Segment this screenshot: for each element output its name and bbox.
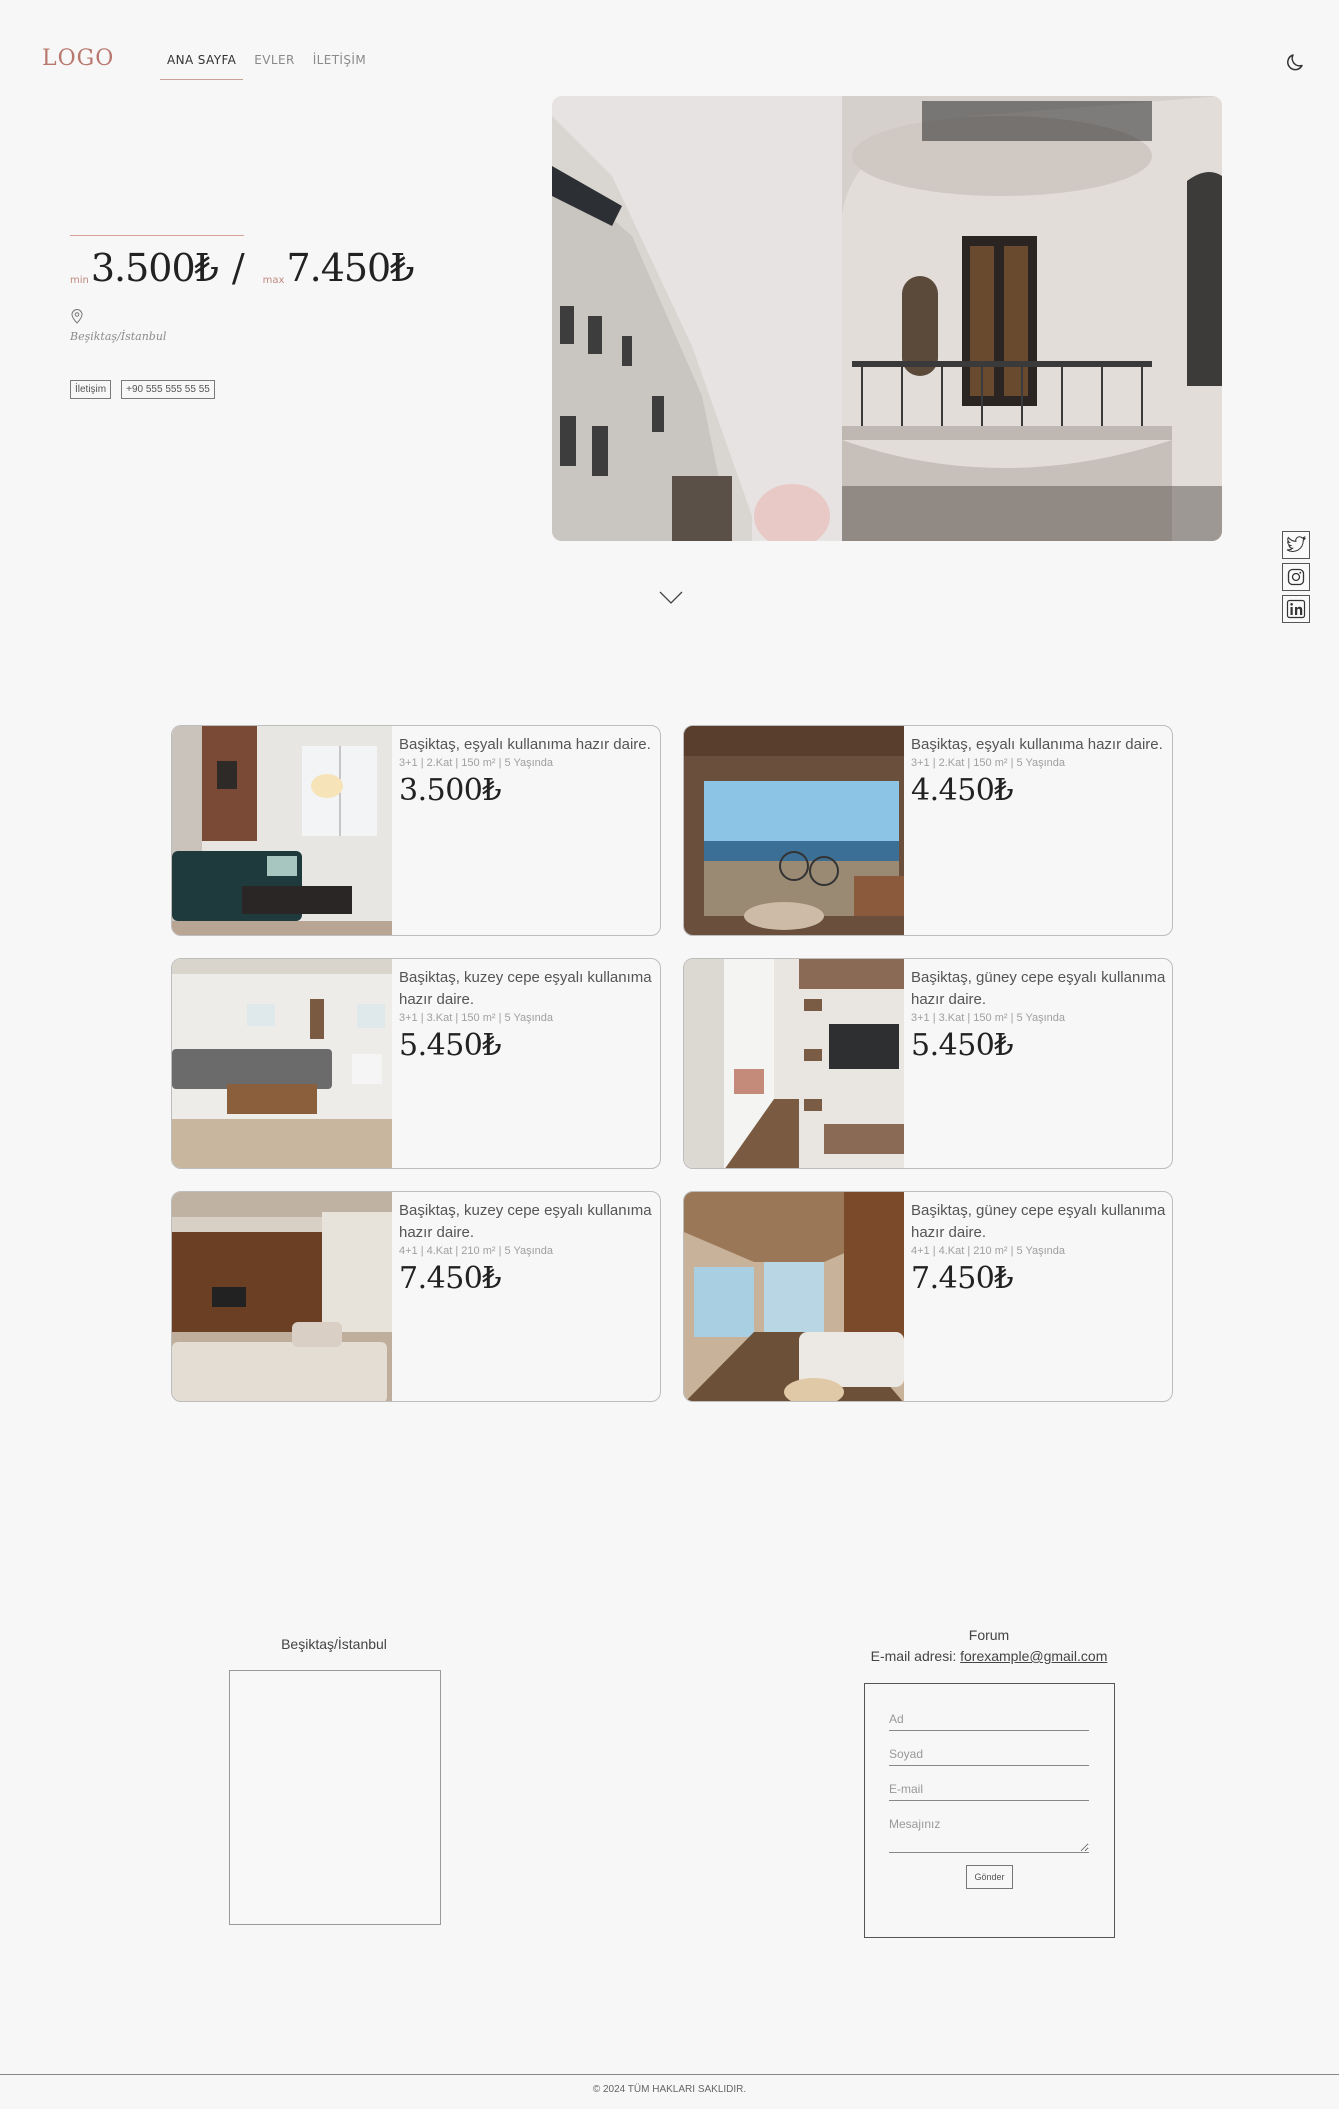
listing-title: Başiktaş, eşyalı kullanıma hazır daire. bbox=[911, 736, 1163, 753]
first-name-input[interactable] bbox=[889, 1706, 1089, 1731]
listing-title: Başiktaş, kuzey cepe eşyalı kullanıma ha… bbox=[399, 1202, 652, 1241]
max-price: 7.450₺ bbox=[286, 246, 414, 290]
nav-contact[interactable]: İLETİŞİM bbox=[306, 53, 373, 80]
min-label: min bbox=[70, 275, 89, 286]
listing-card[interactable]: Başiktaş, kuzey cepe eşyalı kullanıma ha… bbox=[171, 1191, 661, 1402]
listing-price: 3.500₺ bbox=[399, 773, 501, 808]
map-title: Beşiktaş/İstanbul bbox=[281, 1636, 387, 1652]
listing-specs: 3+1 | 2.Kat | 150 m² | 5 Yaşında bbox=[911, 757, 1066, 769]
listing-specs: 4+1 | 4.Kat | 210 m² | 5 Yaşında bbox=[911, 1245, 1066, 1257]
map-embed[interactable] bbox=[229, 1670, 441, 1925]
listing-title: Başiktaş, eşyalı kullanıma hazır daire. bbox=[399, 736, 651, 753]
listing-card[interactable]: Başiktaş, eşyalı kullanıma hazır daire. … bbox=[171, 725, 661, 936]
listing-title: Başiktaş, güney cepe eşyalı kullanıma ha… bbox=[911, 1202, 1166, 1241]
listing-body: Başiktaş, kuzey cepe eşyalı kullanıma ha… bbox=[392, 959, 660, 1168]
listing-specs: 3+1 | 2.Kat | 150 m² | 5 Yaşında bbox=[399, 757, 554, 769]
listing-price: 4.450₺ bbox=[911, 773, 1013, 808]
listings-grid: Başiktaş, eşyalı kullanıma hazır daire. … bbox=[171, 725, 1173, 1402]
forum-email-line: E-mail adresi: forexample@gmail.com bbox=[864, 1648, 1114, 1664]
listing-image bbox=[684, 1192, 904, 1401]
forum-title: Forum bbox=[968, 1627, 1010, 1643]
footer-divider bbox=[0, 2074, 1339, 2075]
main-nav: ANA SAYFA EVLER İLETİŞİM bbox=[160, 53, 377, 80]
listing-body: Başiktaş, kuzey cepe eşyalı kullanıma ha… bbox=[392, 1192, 660, 1401]
listing-card[interactable]: Başiktaş, güney cepe eşyalı kullanıma ha… bbox=[683, 958, 1173, 1169]
listing-image bbox=[172, 959, 392, 1168]
listing-specs: 3+1 | 3.Kat | 150 m² | 5 Yaşında bbox=[399, 1012, 554, 1024]
message-textarea[interactable] bbox=[889, 1811, 1089, 1853]
listing-card[interactable]: Başiktaş, kuzey cepe eşyalı kullanıma ha… bbox=[171, 958, 661, 1169]
hero-buttons: İletişim +90 555 555 55 55 bbox=[70, 380, 215, 399]
submit-button[interactable]: Gönder bbox=[966, 1865, 1013, 1889]
listing-image bbox=[684, 726, 904, 935]
listing-specs: 4+1 | 4.Kat | 210 m² | 5 Yaşında bbox=[399, 1245, 554, 1257]
email-link[interactable]: forexample@gmail.com bbox=[960, 1648, 1107, 1664]
location-text: Beşiktaş/İstanbul bbox=[70, 330, 167, 343]
twitter-icon[interactable] bbox=[1282, 531, 1310, 559]
email-label: E-mail adresi: bbox=[870, 1648, 957, 1664]
listing-body: Başiktaş, güney cepe eşyalı kullanıma ha… bbox=[904, 1192, 1172, 1401]
listing-body: Başiktaş, güney cepe eşyalı kullanıma ha… bbox=[904, 959, 1172, 1168]
listing-body: Başiktaş, eşyalı kullanıma hazır daire. … bbox=[904, 726, 1169, 935]
listing-image bbox=[684, 959, 904, 1168]
last-name-input[interactable] bbox=[889, 1741, 1089, 1766]
min-price: 3.500₺ bbox=[90, 246, 219, 290]
listing-title: Başiktaş, kuzey cepe eşyalı kullanıma ha… bbox=[399, 969, 652, 1008]
phone-button[interactable]: +90 555 555 55 55 bbox=[121, 380, 215, 399]
email-input[interactable] bbox=[889, 1776, 1089, 1801]
price-range: min 3.500₺ / max 7.450₺ bbox=[70, 246, 414, 290]
listing-price: 7.450₺ bbox=[911, 1261, 1013, 1296]
footer-copyright: © 2024 TÜM HAKLARI SAKLIDIR. bbox=[592, 2084, 747, 2095]
nav-home[interactable]: ANA SAYFA bbox=[160, 53, 244, 80]
social-links bbox=[1282, 531, 1310, 623]
listing-image bbox=[172, 1192, 392, 1401]
price-separator: / bbox=[231, 246, 245, 290]
moon-icon[interactable] bbox=[1284, 50, 1308, 74]
linkedin-icon[interactable] bbox=[1282, 595, 1310, 623]
listing-body: Başiktaş, eşyalı kullanıma hazır daire. … bbox=[392, 726, 657, 935]
instagram-icon[interactable] bbox=[1282, 563, 1310, 591]
listing-price: 7.450₺ bbox=[399, 1261, 501, 1296]
logo[interactable]: LOGO bbox=[42, 46, 114, 71]
contact-form: Gönder bbox=[864, 1683, 1115, 1938]
listing-specs: 3+1 | 3.Kat | 150 m² | 5 Yaşında bbox=[911, 1012, 1066, 1024]
listing-card[interactable]: Başiktaş, güney cepe eşyalı kullanıma ha… bbox=[683, 1191, 1173, 1402]
hero-location: Beşiktaş/İstanbul bbox=[70, 308, 166, 344]
listing-price: 5.450₺ bbox=[911, 1028, 1013, 1063]
listing-card[interactable]: Başiktaş, eşyalı kullanıma hazır daire. … bbox=[683, 725, 1173, 936]
hero-image bbox=[552, 96, 1222, 541]
max-label: max bbox=[262, 275, 285, 286]
chevron-down-icon[interactable] bbox=[658, 590, 684, 606]
hero-divider bbox=[70, 235, 244, 236]
location-pin-icon bbox=[71, 309, 83, 324]
nav-houses[interactable]: EVLER bbox=[247, 53, 301, 80]
contact-button[interactable]: İletişim bbox=[70, 380, 112, 399]
listing-title: Başiktaş, güney cepe eşyalı kullanıma ha… bbox=[911, 969, 1166, 1008]
listing-price: 5.450₺ bbox=[399, 1028, 501, 1063]
listing-image bbox=[172, 726, 392, 935]
